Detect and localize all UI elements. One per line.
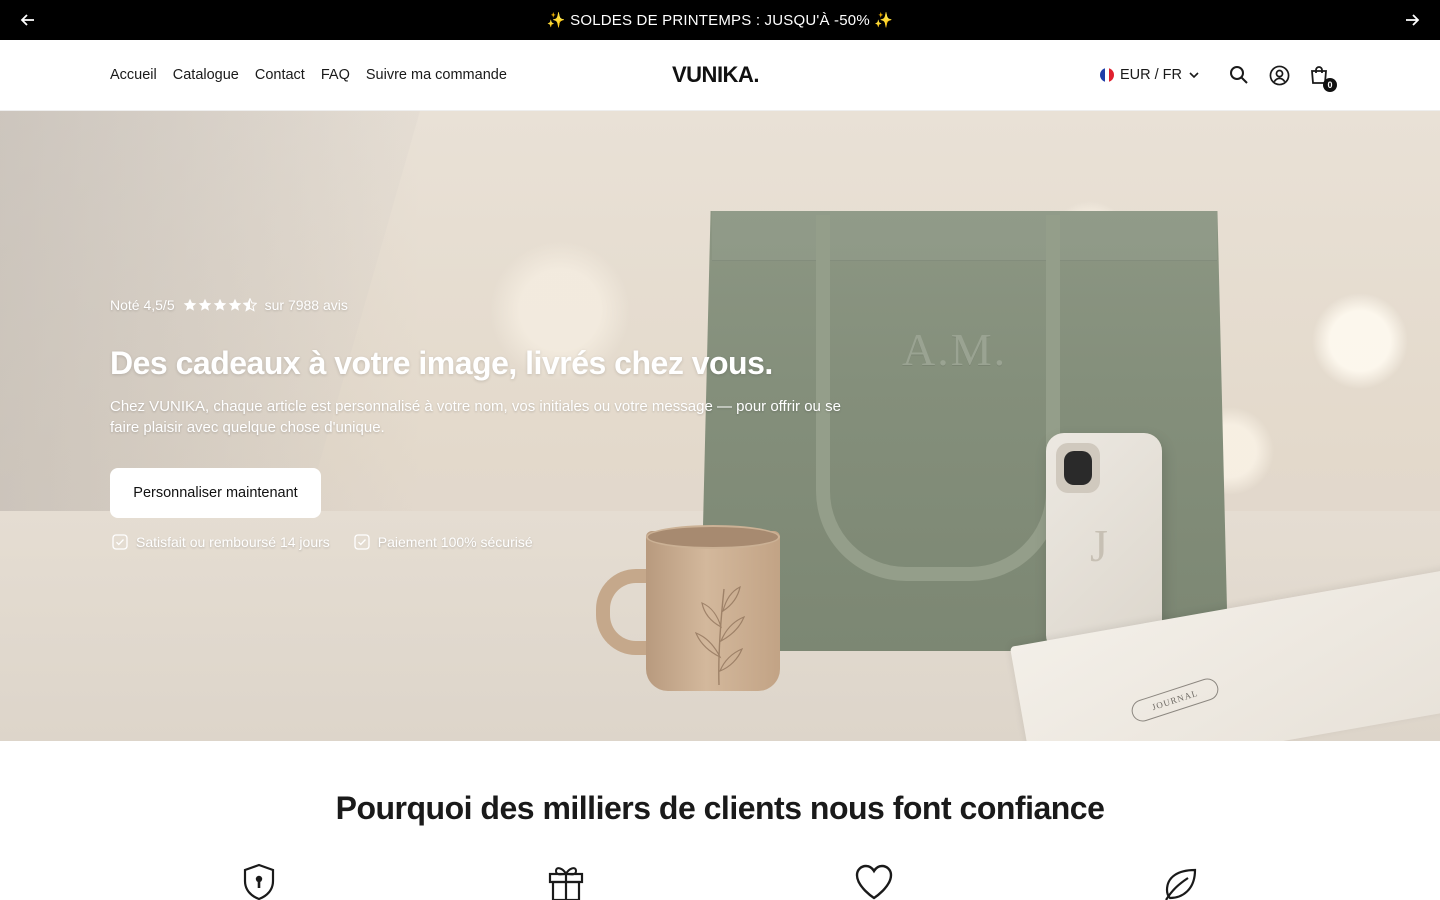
tote-monogram: A.M. [902,324,1008,375]
leaf-icon [1160,862,1200,900]
rating-suffix: sur 7988 avis [264,297,348,313]
announcement-text: ✨ SOLDES DE PRINTEMPS : JUSQU'À -50% ✨ [546,12,894,29]
search-icon [1230,66,1248,84]
heart-icon [854,862,894,900]
logo[interactable]: VUNIKA. [672,62,759,88]
arrow-right-icon [1406,14,1420,26]
phone-camera [1056,443,1100,493]
mug-rim [646,525,780,549]
guarantee-payment-label: Paiement 100% sécurisé [377,534,533,550]
phone-case-image: J [1046,433,1162,653]
nav-accueil[interactable]: Accueil [110,67,157,83]
personalize-now-button[interactable]: Personnaliser maintenant [110,468,321,518]
phone-monogram: J [1090,520,1108,571]
hero-banner: A.M. J JOURNAL Noté 4,5/5 sur 7988 avis … [0,111,1440,741]
guarantee-refund: Satisfait ou remboursé 14 jours [112,534,330,550]
checkbox-check-icon [354,534,370,550]
tote-strap-front [816,215,1060,581]
arrow-left-icon [20,14,34,26]
search-button[interactable] [1228,64,1250,86]
nav-contact[interactable]: Contact [255,67,305,83]
half-star-icon [242,298,257,312]
rating-row: Noté 4,5/5 sur 7988 avis [110,297,348,313]
star-icon [213,298,226,311]
nav-catalogue[interactable]: Catalogue [173,67,239,83]
guarantee-refund-label: Satisfait ou remboursé 14 jours [136,534,330,550]
account-button[interactable] [1268,64,1290,86]
announcement-prev-button[interactable] [0,0,56,40]
nav-faq[interactable]: FAQ [321,67,350,83]
hero-title: Des cadeaux à votre image, livrés chez v… [110,345,773,381]
trust-section-title: Pourquoi des milliers de clients nous fo… [335,790,1105,826]
checkbox-check-icon [112,534,128,550]
gift-icon [546,862,586,900]
rating-stars [183,298,257,312]
announcement-bar: ✨ SOLDES DE PRINTEMPS : JUSQU'À -50% ✨ [0,0,1440,40]
currency-label: EUR / FR [1119,67,1182,83]
chevron-down-icon [1189,72,1199,79]
account-icon [1269,65,1289,85]
guarantees-row: Satisfait ou remboursé 14 jours Paiement… [112,534,533,550]
star-icon [228,298,241,311]
trust-icons-row [0,862,1440,900]
currency-selector[interactable]: EUR / FR [1099,67,1200,83]
cart-count-badge: 0 [1323,78,1337,92]
cart-button[interactable]: 0 [1308,64,1337,92]
header-actions: EUR / FR 0 [1099,40,1337,110]
star-icon [198,298,211,311]
main-nav: Accueil Catalogue Contact FAQ Suivre ma … [110,40,507,110]
nav-suivre-commande[interactable]: Suivre ma commande [366,67,507,83]
shield-lock-icon [239,862,279,900]
france-flag-icon [1099,68,1114,82]
announcement-next-button[interactable] [1384,0,1440,40]
hero-subtitle: Chez VUNIKA, chaque article est personna… [110,398,841,436]
star-icon [183,298,196,311]
mug-botanical-decoration [694,585,746,686]
site-header: Accueil Catalogue Contact FAQ Suivre ma … [0,40,1440,111]
guarantee-payment: Paiement 100% sécurisé [354,534,533,550]
rating-prefix: Noté 4,5/5 [110,297,175,313]
